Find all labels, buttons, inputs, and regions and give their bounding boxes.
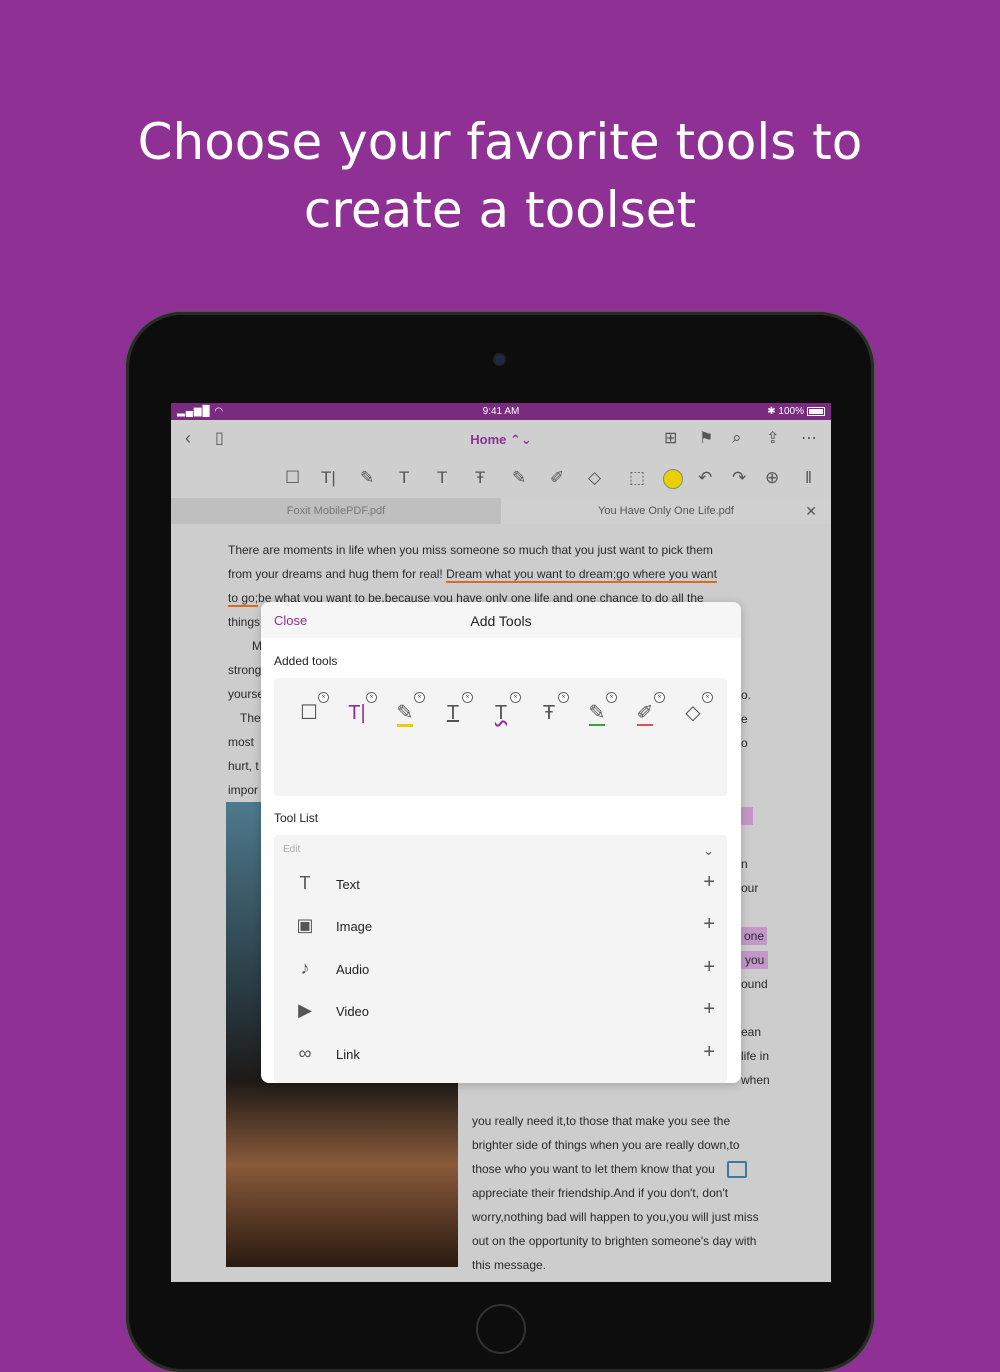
add-icon[interactable]: + [703,956,715,979]
pencil-icon[interactable]: ✎ [512,468,526,488]
tool-list: Edit ⌄ T Text + ▣ Image + ♪ Audio + ▶ Vi… [274,835,727,1083]
headline-line-2: create a toolset [303,181,697,239]
tool-row-image[interactable]: ▣ Image + [274,907,727,947]
comment-note-icon[interactable] [726,1161,747,1179]
remove-icon: × [702,692,713,703]
thumbnails-icon[interactable]: ⊞ [664,428,677,448]
document-tabs: Foxit MobilePDF.pdf You Have Only One Li… [171,498,831,524]
add-tool-icon[interactable]: ⊕ [765,468,779,488]
added-tools-box: ☐ × T| × ✎ × T × T × Ŧ × ✎ × ✐ × ◇ × [274,678,727,796]
search-icon[interactable]: ⌕ [732,428,742,448]
battery-status: ✱ 100% [767,406,825,417]
tool-list-label: Tool List [274,811,319,825]
added-pencil-icon[interactable]: ✎ × [582,692,617,728]
squiggly-icon[interactable]: T [437,468,447,488]
share-icon[interactable]: ⇪ [766,428,779,448]
color-picker-icon[interactable] [663,469,683,489]
tool-label: Audio [336,962,370,977]
undo-icon[interactable]: ↶ [698,468,712,488]
tool-label: Text [336,877,360,892]
top-navigation-bar: ‹ ▯ Home ⌃⌄ ⊞ ⚑ ⌕ ⇪ ⋯ [171,420,831,460]
dialog-title: Add Tools [470,613,532,629]
add-icon[interactable]: + [703,913,715,936]
video-camera-icon: ▶ [298,1000,312,1020]
close-tab-icon[interactable]: ✕ [805,498,817,524]
select-icon[interactable]: ⬚ [629,468,645,488]
headline-line-1: Choose your favorite tools to [137,113,863,171]
added-tools-label: Added tools [274,654,338,668]
chevron-down-icon[interactable]: ⌄ [703,843,714,859]
tool-label: Link [336,1047,360,1062]
tab-you-have-only-one-life[interactable]: You Have Only One Life.pdf ✕ [501,498,831,524]
added-eraser-icon[interactable]: ◇ × [678,692,713,728]
tool-row-audio[interactable]: ♪ Audio + [274,950,727,990]
add-icon[interactable]: + [703,1041,715,1064]
document-lower-text: you really need it,to those that make yo… [472,1114,759,1272]
added-underline-icon[interactable]: T × [438,692,473,728]
redo-icon[interactable]: ↷ [732,468,746,488]
tab-foxit-mobilepdf[interactable]: Foxit MobilePDF.pdf [171,498,501,524]
add-tools-dialog: Close Add Tools Added tools ☐ × T| × ✎ × T ×… [261,602,741,1083]
eraser-highlight-icon[interactable]: ✐ [550,468,564,488]
bookmark-icon[interactable]: ⚑ [699,428,713,448]
headline: Choose your favorite tools to create a t… [0,108,1000,244]
tool-row-video[interactable]: ▶ Video + [274,992,727,1032]
tool-label: Image [336,919,373,934]
added-squiggly-icon[interactable]: T × [486,692,521,728]
battery-icon [807,406,825,416]
annotation-toolbar: ☐ T| ✎ T T Ŧ ✎ ✐ ◇ ⬚ ↶ ↷ ⊕ ‖ [171,460,831,498]
more-icon[interactable]: ⋯ [801,428,817,448]
status-bar: ▂▄▆█ ◠ 9:41 AM ✱ 100% [171,403,831,420]
link-icon: ∞ [298,1043,312,1063]
remove-icon: × [318,692,329,703]
remove-icon: × [462,692,473,703]
add-icon[interactable]: + [703,871,715,894]
dialog-header: Close Add Tools [261,602,741,638]
status-time: 9:41 AM [482,406,520,417]
home-button[interactable] [476,1304,526,1354]
remove-icon: × [510,692,521,703]
remove-icon: × [654,692,665,703]
tab-label: You Have Only One Life.pdf [598,505,734,517]
added-strikeout-icon[interactable]: Ŧ × [534,692,569,728]
underline-annotation: Dream what you want to dream;go where yo… [446,567,717,583]
added-highlight-icon[interactable]: ✎ × [390,692,425,728]
text-icon: T [299,873,311,893]
added-note-icon[interactable]: ☐ × [294,692,329,728]
underline-icon[interactable]: T [399,468,409,488]
tool-label: Video [336,1004,370,1019]
note-icon[interactable]: ☐ [285,468,300,488]
strikeout-icon[interactable]: Ŧ [475,468,485,488]
drag-handle-icon[interactable]: ‖ [805,468,812,488]
highlight-annotation [741,807,753,825]
added-eraser-highlight-icon[interactable]: ✐ × [630,692,665,728]
typewriter-icon[interactable]: T| [321,468,336,488]
remove-icon: × [558,692,569,703]
tool-row-text[interactable]: T Text + [274,865,727,905]
image-icon: ▣ [296,915,314,935]
remove-icon: × [606,692,617,703]
tool-row-link[interactable]: ∞ Link + [274,1035,727,1075]
camera-icon [495,355,504,364]
microphone-icon: ♪ [300,958,310,978]
add-icon[interactable]: + [703,998,715,1021]
highlight-icon[interactable]: ✎ [360,468,374,488]
remove-icon: × [414,692,425,703]
remove-icon: × [366,692,377,703]
eraser-icon[interactable]: ◇ [588,468,601,488]
category-label: Edit [283,844,301,855]
added-typewriter-icon[interactable]: T| × [342,692,377,728]
